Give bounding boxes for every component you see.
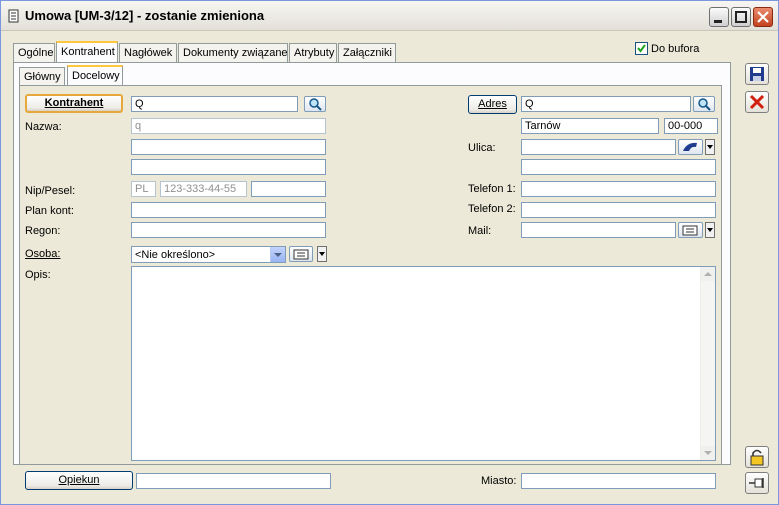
opiekun-button-label: Opiekun	[58, 474, 100, 486]
city-field[interactable]: Tarnów	[521, 118, 659, 134]
subtab-docelowy[interactable]: Docelowy	[67, 65, 123, 87]
do-bufora-checkbox[interactable]	[635, 42, 648, 55]
pin-button[interactable]	[745, 472, 769, 494]
scroll-down-icon[interactable]	[701, 446, 715, 460]
close-icon	[757, 11, 769, 23]
cancel-x-icon	[749, 94, 765, 110]
plan-kont-label: Plan kont:	[25, 205, 74, 217]
osoba-selected-value: <Nie określono>	[135, 249, 216, 261]
mail-field[interactable]	[521, 222, 676, 238]
miasto-label: Miasto:	[481, 475, 517, 487]
nip-extra-field[interactable]	[251, 181, 326, 197]
unlock-button[interactable]	[745, 446, 769, 468]
nazwa-line1[interactable]: q	[131, 118, 326, 134]
padlock-icon	[750, 449, 764, 466]
tab-zalaczniki[interactable]: Załączniki	[338, 43, 396, 63]
kontrahent-search-button[interactable]	[304, 96, 326, 112]
adres-button[interactable]: Adres	[468, 95, 517, 114]
regon-label: Regon:	[25, 225, 61, 237]
chevron-down-icon[interactable]	[270, 247, 285, 262]
osoba-label: Osoba:	[25, 248, 61, 260]
ulica-line2-field[interactable]	[521, 159, 716, 175]
document-icon	[8, 9, 19, 23]
telefon2-label: Telefon 2:	[468, 203, 516, 215]
phone-icon	[683, 142, 697, 151]
ulica-phone-button[interactable]	[678, 139, 703, 155]
kontrahent-field[interactable]: Q	[131, 96, 298, 112]
osoba-dropdown-button[interactable]	[317, 246, 327, 262]
osoba-select[interactable]: <Nie określono>	[131, 246, 286, 263]
nazwa-line3[interactable]	[131, 159, 326, 175]
mail-dropdown-button[interactable]	[705, 222, 715, 238]
tab-naglowek[interactable]: Nagłówek	[119, 43, 177, 63]
save-button[interactable]	[745, 63, 769, 85]
adres-field[interactable]: Q	[521, 96, 691, 112]
tab-dokumenty-zwiazane[interactable]: Dokumenty związane	[178, 43, 288, 63]
opis-textarea[interactable]	[131, 266, 716, 461]
opiekun-field[interactable]	[136, 473, 331, 489]
contract-window: Umowa [UM-3/12] - zostanie zmieniona Ogó…	[0, 0, 779, 505]
tab-kontrahent[interactable]: Kontrahent	[56, 41, 118, 64]
checkmark-icon	[637, 44, 646, 53]
maximize-button[interactable]	[731, 7, 751, 27]
ulica-label: Ulica:	[468, 142, 496, 154]
osoba-card-button[interactable]	[289, 246, 313, 262]
maximize-icon	[735, 11, 747, 23]
nip-label: Nip/Pesel:	[25, 185, 76, 197]
scroll-up-icon[interactable]	[701, 267, 715, 281]
opis-label: Opis:	[25, 269, 51, 281]
search-icon	[309, 98, 322, 111]
telefon1-label: Telefon 1:	[468, 183, 516, 195]
close-button[interactable]	[753, 7, 773, 27]
nazwa-label: Nazwa:	[25, 121, 62, 133]
search-icon	[698, 98, 711, 111]
nip-field[interactable]: 123-333-44-55	[160, 181, 247, 197]
telefon1-field[interactable]	[521, 181, 716, 197]
plan-kont-field[interactable]	[131, 202, 326, 218]
kontrahent-button[interactable]: Kontrahent	[25, 94, 123, 113]
ulica-dropdown-button[interactable]	[705, 139, 715, 155]
title-bar[interactable]: Umowa [UM-3/12] - zostanie zmieniona	[1, 1, 778, 31]
mail-label: Mail:	[468, 225, 492, 237]
adres-search-button[interactable]	[693, 96, 715, 112]
tab-ogolne[interactable]: Ogólne	[13, 43, 55, 63]
telefon2-field[interactable]	[521, 202, 716, 218]
mail-card-button[interactable]	[678, 222, 703, 238]
contact-card-icon	[682, 225, 698, 236]
tab-atrybuty[interactable]: Atrybuty	[289, 43, 337, 63]
do-bufora-label: Do bufora	[651, 43, 700, 55]
postal-code-field[interactable]: 00-000	[664, 118, 718, 134]
nip-prefix-field[interactable]: PL	[131, 181, 156, 197]
minimize-button[interactable]	[709, 7, 729, 27]
pushpin-icon	[749, 478, 764, 488]
minimize-icon	[714, 20, 722, 23]
regon-field[interactable]	[131, 222, 326, 238]
miasto-field[interactable]	[521, 473, 716, 489]
opiekun-button[interactable]: Opiekun	[25, 471, 133, 490]
cancel-button[interactable]	[745, 91, 769, 113]
opis-scrollbar[interactable]	[700, 267, 715, 460]
nazwa-line2[interactable]	[131, 139, 326, 155]
contact-card-icon	[293, 249, 309, 260]
floppy-disk-icon	[750, 67, 764, 81]
window-title: Umowa [UM-3/12] - zostanie zmieniona	[25, 8, 265, 23]
subtab-glowny[interactable]: Główny	[19, 67, 65, 87]
adres-button-label: Adres	[478, 98, 507, 110]
ulica-field[interactable]	[521, 139, 676, 155]
kontrahent-button-label: Kontrahent	[44, 97, 104, 109]
